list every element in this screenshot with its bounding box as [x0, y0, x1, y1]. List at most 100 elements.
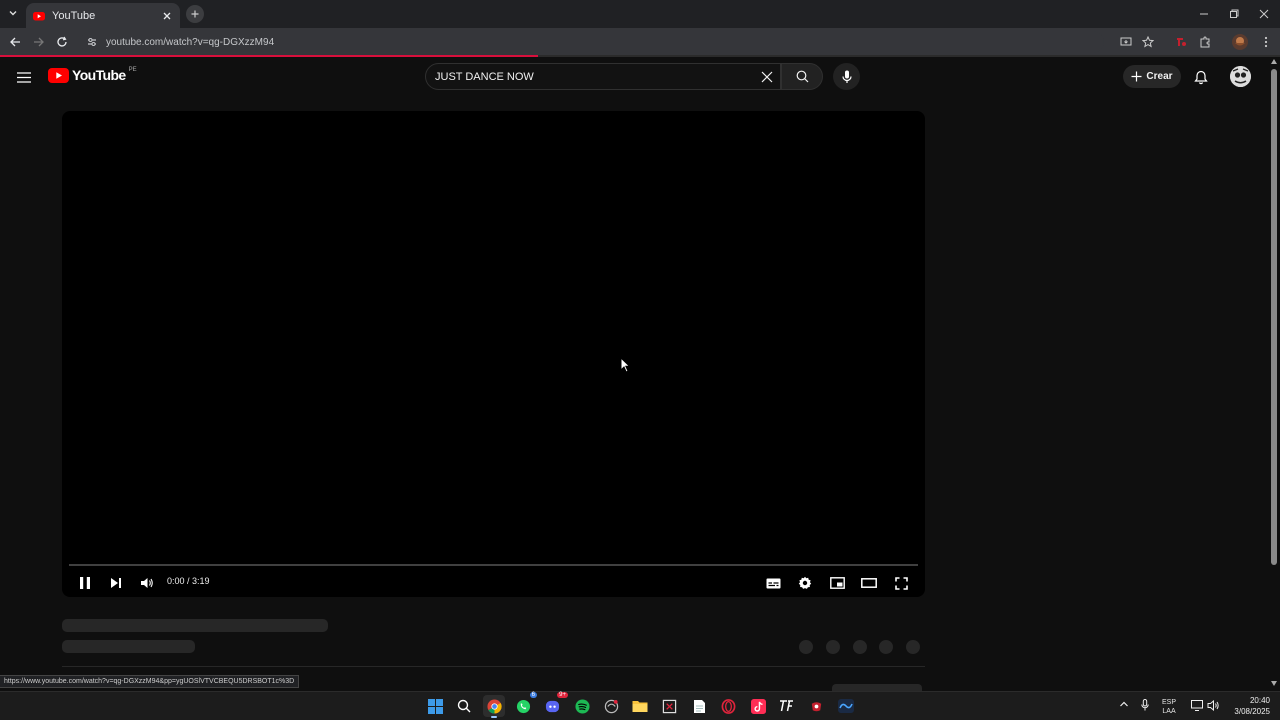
tab-search-chevron-icon[interactable] — [4, 4, 22, 22]
theater-mode-icon — [861, 578, 877, 588]
divider — [62, 666, 925, 667]
subtitle-skeleton — [62, 640, 195, 653]
miniplayer-button[interactable] — [826, 572, 848, 594]
mouse-cursor-icon — [620, 357, 630, 373]
minimize-window-icon[interactable] — [1194, 4, 1214, 24]
theater-mode-button[interactable] — [858, 572, 880, 594]
active-app-indicator — [491, 716, 497, 718]
tab-title: YouTube — [52, 9, 96, 22]
link-status-bubble: https://www.youtube.com/watch?v=qg-DGXzz… — [0, 675, 300, 688]
notepad-taskbar-icon[interactable] — [688, 695, 710, 717]
back-arrow-icon[interactable] — [6, 33, 24, 51]
clear-search-icon[interactable] — [754, 64, 780, 90]
address-bar[interactable]: youtube.com/watch?v=qg-DGXzzM94 — [80, 31, 1104, 53]
account-avatar[interactable] — [1230, 66, 1251, 87]
spotify-taskbar-icon[interactable] — [571, 695, 593, 717]
snipping-tool-taskbar-icon[interactable] — [658, 695, 680, 717]
volume-icon — [141, 578, 153, 588]
youtube-masthead: YouTube PE Crear — [0, 57, 1268, 97]
action-skeleton — [826, 640, 840, 654]
region-code: PE — [128, 67, 137, 73]
meta-app-taskbar-icon[interactable] — [835, 695, 857, 717]
browser-tab-youtube[interactable]: YouTube — [26, 3, 180, 28]
bookmark-star-icon[interactable] — [1139, 33, 1157, 51]
discord-badge: 9+ — [557, 692, 568, 698]
miniplayer-icon — [829, 577, 845, 589]
youtube-home-logo[interactable]: YouTube PE — [48, 67, 137, 83]
whatsapp-taskbar-icon[interactable]: 6 — [512, 692, 537, 717]
restore-window-icon[interactable] — [1224, 4, 1244, 24]
new-tab-button[interactable] — [186, 5, 204, 23]
red-app-taskbar-icon[interactable] — [805, 695, 827, 717]
whatsapp-badge: 6 — [529, 692, 537, 698]
youtube-play-logo-icon — [48, 67, 69, 83]
system-clock[interactable]: 20:40 3/08/2025 — [1222, 695, 1270, 717]
mute-button[interactable] — [136, 572, 158, 594]
action-skeleton — [879, 640, 893, 654]
show-hidden-icons-chevron-icon[interactable] — [1119, 700, 1129, 708]
extension-red-icon[interactable] — [1172, 33, 1190, 51]
taskbar-search-icon[interactable] — [453, 695, 475, 717]
fullscreen-button[interactable] — [890, 572, 912, 594]
clock-time: 20:40 — [1249, 696, 1270, 705]
video-player[interactable]: 0:00 / 3:19 — [62, 111, 925, 597]
action-skeleton — [799, 640, 813, 654]
scrollbar-thumb[interactable] — [1271, 69, 1277, 565]
input-language-indicator[interactable]: ESP LAA — [1162, 698, 1176, 716]
subtitles-button[interactable] — [762, 572, 784, 594]
opera-taskbar-icon[interactable] — [717, 695, 739, 717]
pause-icon — [80, 577, 90, 589]
guide-menu-icon[interactable] — [14, 67, 34, 87]
microphone-icon — [841, 70, 852, 83]
settings-button[interactable] — [794, 572, 816, 594]
close-window-icon[interactable] — [1254, 4, 1274, 24]
network-display-tray-icon[interactable] — [1191, 700, 1203, 711]
action-skeleton — [906, 640, 920, 654]
scroll-up-arrow-icon[interactable] — [1271, 59, 1277, 64]
file-explorer-taskbar-icon[interactable] — [629, 695, 651, 717]
discord-taskbar-icon[interactable]: 9+ — [541, 692, 568, 717]
plus-icon — [1131, 71, 1142, 82]
browser-menu-icon[interactable] — [1257, 33, 1275, 51]
language-code: ESP — [1162, 699, 1177, 706]
speaker-tray-icon[interactable] — [1207, 700, 1220, 711]
create-button[interactable]: Crear — [1123, 65, 1181, 88]
search-box — [425, 63, 781, 90]
app-circle-taskbar-icon[interactable] — [600, 695, 622, 717]
typeface-app-taskbar-icon[interactable] — [776, 695, 798, 717]
clock-date: 3/08/2025 — [1234, 707, 1270, 716]
logo-wordmark: YouTube — [72, 67, 126, 83]
forward-arrow-icon[interactable] — [30, 33, 48, 51]
video-progress-bar[interactable] — [69, 564, 918, 566]
scroll-down-arrow-icon[interactable] — [1271, 681, 1277, 686]
notifications-bell-icon[interactable] — [1190, 66, 1212, 88]
search-button[interactable] — [781, 63, 823, 90]
youtube-favicon-icon — [33, 11, 45, 20]
chrome-taskbar-icon[interactable] — [483, 695, 505, 718]
title-skeleton — [62, 619, 328, 632]
windows-taskbar: 6 9+ ESP LAA 20:40 3/08/2025 — [0, 691, 1280, 720]
action-skeleton — [853, 640, 867, 654]
tab-close-icon[interactable] — [160, 9, 174, 23]
pause-button[interactable] — [74, 572, 96, 594]
address-url: youtube.com/watch?v=qg-DGXzzM94 — [106, 36, 275, 48]
install-app-icon[interactable] — [1117, 33, 1135, 51]
skip-next-icon — [111, 578, 121, 588]
tiktok-taskbar-icon[interactable] — [747, 695, 769, 717]
extensions-puzzle-icon[interactable] — [1196, 33, 1214, 51]
search-icon — [796, 70, 808, 83]
next-video-button[interactable] — [105, 572, 127, 594]
microphone-tray-icon[interactable] — [1141, 699, 1149, 711]
subtitles-icon — [766, 578, 780, 588]
create-label: Crear — [1146, 71, 1173, 82]
keyboard-layout-code: LAA — [1162, 708, 1176, 715]
site-settings-icon[interactable] — [86, 36, 98, 48]
profile-avatar-icon[interactable] — [1231, 33, 1249, 51]
search-input[interactable] — [435, 70, 754, 83]
voice-search-button[interactable] — [833, 63, 860, 90]
page-scrollbar[interactable] — [1268, 57, 1280, 691]
start-windows-icon[interactable] — [424, 695, 446, 717]
button-skeleton — [832, 684, 922, 691]
reload-icon[interactable] — [53, 33, 71, 51]
fullscreen-icon — [894, 576, 908, 590]
